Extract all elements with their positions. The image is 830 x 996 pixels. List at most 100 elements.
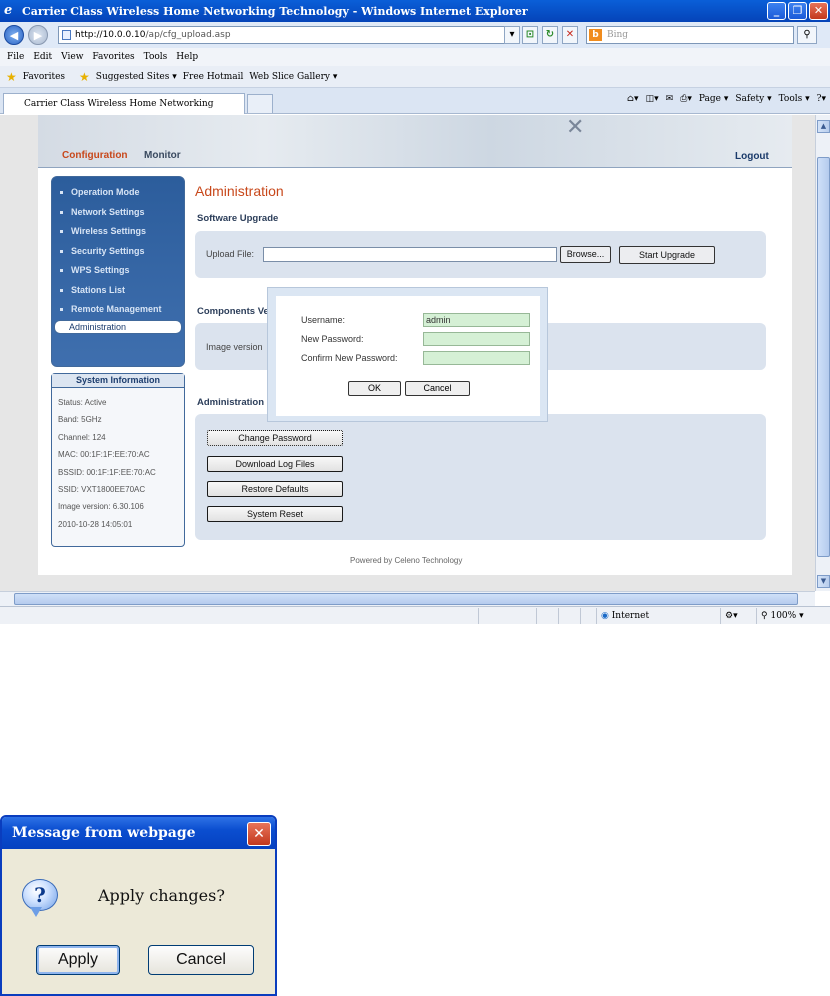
fav-web-slice[interactable]: Web Slice Gallery ▾ (249, 72, 337, 82)
window-title: Carrier Class Wireless Home Networking T… (22, 4, 528, 18)
address-bar[interactable]: http://10.0.0.10/ap/cfg_upload.asp (58, 26, 518, 44)
menu-edit[interactable]: Edit (33, 52, 52, 62)
nav-wireless-settings[interactable]: Wireless Settings (52, 222, 184, 242)
zone-label: Internet (611, 611, 650, 621)
restore-defaults-button[interactable]: Restore Defaults (207, 481, 343, 497)
menu-help[interactable]: Help (176, 52, 198, 62)
menu-favorites[interactable]: Favorites (92, 52, 134, 62)
url-host: http://10.0.0.10 (75, 30, 146, 40)
tab-monitor[interactable]: Monitor (144, 150, 181, 161)
sys-datetime: 2010-10-28 14:05:01 (58, 519, 133, 529)
mail-icon[interactable]: ✉ (666, 94, 674, 104)
fav-suggested-sites[interactable]: Suggested Sites ▾ (96, 72, 177, 82)
page-title: Administration (195, 183, 284, 199)
url-path: /ap/cfg_upload.asp (145, 30, 231, 40)
favorites-bar: ★ Favorites ★ Suggested Sites ▾ Free Hot… (0, 66, 830, 88)
page-footer: Powered by Celeno Technology (350, 556, 463, 565)
nav-stations-list[interactable]: Stations List (52, 281, 184, 301)
dropdown-arrow-icon[interactable]: ▾ (504, 26, 520, 44)
nav-security-settings[interactable]: Security Settings (52, 242, 184, 262)
apply-button[interactable]: Apply (36, 945, 120, 975)
tab-configuration[interactable]: Configuration (62, 150, 128, 161)
software-upgrade-title: Software Upgrade (197, 213, 279, 224)
banner-decoration: ✕ (566, 115, 585, 140)
horizontal-scrollbar[interactable] (0, 591, 815, 606)
tab-active[interactable]: Carrier Class Wireless Home Networking T… (3, 93, 245, 129)
search-input[interactable]: b Bing (586, 26, 794, 44)
maximize-button[interactable]: ❐ (788, 2, 807, 20)
menu-tools[interactable]: Tools (144, 52, 168, 62)
message-close-button[interactable]: ✕ (247, 822, 271, 846)
new-password-label: New Password: (301, 334, 364, 344)
nav-administration[interactable]: Administration (54, 319, 182, 334)
zoom-level: 100% (770, 611, 797, 621)
fav-free-hotmail[interactable]: Free Hotmail (183, 72, 244, 82)
cmd-safety[interactable]: Safety ▾ (735, 94, 771, 104)
forward-button[interactable]: ▶ (28, 25, 48, 45)
nav-remote-management[interactable]: Remote Management (52, 300, 184, 320)
message-text: Apply changes? (98, 886, 225, 905)
nav-operation-mode[interactable]: Operation Mode (52, 183, 184, 203)
administration-section-title: Administration (197, 397, 265, 408)
logout-link[interactable]: Logout (735, 151, 769, 162)
sys-image-version: Image version: 6.30.106 (58, 502, 144, 512)
confirm-password-field[interactable] (423, 351, 530, 365)
refresh-icon[interactable]: ↻ (542, 26, 558, 44)
new-tab-button[interactable] (247, 94, 273, 113)
download-log-files-button[interactable]: Download Log Files (207, 456, 343, 472)
vertical-scroll-thumb[interactable] (817, 157, 830, 557)
message-dialog-title: Message from webpage (2, 817, 275, 849)
page-icon (62, 30, 71, 40)
feeds-icon[interactable]: ◫▾ (646, 94, 659, 104)
image-version-label: Image version (206, 342, 263, 352)
home-icon[interactable]: ⌂▾ (627, 94, 638, 104)
address-toolbar: ◀ ▶ http://10.0.0.10/ap/cfg_upload.asp ▾… (0, 22, 830, 48)
zone-indicator: ◉ Internet (596, 608, 710, 624)
favorites-button[interactable]: Favorites (23, 72, 65, 82)
window-controls: _ ❐ ✕ (767, 2, 828, 20)
back-button[interactable]: ◀ (4, 25, 24, 45)
protected-mode-icon[interactable]: ⚙▾ (720, 608, 756, 624)
upload-file-label: Upload File: (206, 249, 255, 259)
nav-wps-settings[interactable]: WPS Settings (52, 261, 184, 281)
close-button[interactable]: ✕ (809, 2, 828, 20)
upload-file-input[interactable] (263, 247, 557, 262)
compatibility-icon[interactable]: ⊡ (522, 26, 538, 44)
dialog-cancel-button[interactable]: Cancel (405, 381, 470, 396)
scroll-up-icon[interactable]: ▲ (817, 120, 830, 133)
vertical-scrollbar[interactable]: ▲ ▼ (815, 115, 830, 591)
browse-button[interactable]: Browse... (560, 246, 611, 263)
command-bar: ⌂▾ ◫▾ ✉ ⎙▾ Page ▾ Safety ▾ Tools ▾ ?▾ (627, 94, 826, 104)
system-reset-button[interactable]: System Reset (207, 506, 343, 522)
sys-mac: MAC: 00:1F:1F:EE:70:AC (58, 450, 150, 460)
cmd-tools[interactable]: Tools ▾ (779, 94, 810, 104)
zoom-control[interactable]: ⚲ 100% ▾ (756, 608, 826, 624)
message-cancel-button[interactable]: Cancel (148, 945, 254, 975)
ok-button[interactable]: OK (348, 381, 401, 396)
minimize-button[interactable]: _ (767, 2, 786, 20)
stop-icon[interactable]: ✕ (562, 26, 578, 44)
sys-channel: Channel: 124 (58, 432, 106, 442)
add-favorite-icon[interactable]: ★ (79, 70, 90, 84)
username-field[interactable]: admin (423, 313, 530, 327)
scroll-down-icon[interactable]: ▼ (817, 575, 830, 588)
help-icon[interactable]: ?▾ (817, 94, 826, 104)
nav-network-settings[interactable]: Network Settings (52, 203, 184, 223)
sys-band: Band: 5GHz (58, 415, 102, 425)
horizontal-scroll-thumb[interactable] (14, 593, 798, 605)
menu-view[interactable]: View (61, 52, 83, 62)
ie-logo-icon: e (4, 3, 13, 18)
sys-status: Status: Active (58, 398, 107, 407)
browser-window: e Carrier Class Wireless Home Networking… (0, 0, 830, 624)
search-icon[interactable]: ⚲ (797, 26, 817, 44)
change-password-button[interactable]: Change Password (207, 430, 343, 446)
start-upgrade-button[interactable]: Start Upgrade (619, 246, 715, 264)
sys-bssid: BSSID: 00:1F:1F:EE:70:AC (58, 467, 156, 477)
print-icon[interactable]: ⎙▾ (680, 94, 692, 104)
change-password-form: Username: admin New Password: Confirm Ne… (276, 296, 540, 416)
username-label: Username: (301, 315, 346, 325)
cmd-page[interactable]: Page ▾ (699, 94, 728, 104)
confirm-password-label: Confirm New Password: (301, 353, 398, 363)
menu-file[interactable]: File (7, 52, 24, 62)
new-password-field[interactable] (423, 332, 530, 346)
